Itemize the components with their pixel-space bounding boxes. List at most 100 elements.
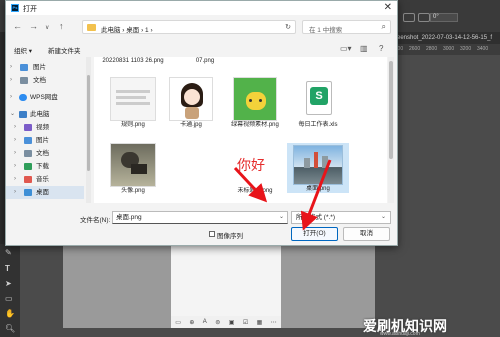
sidebar-item-pictures[interactable]: › 图片 <box>6 61 84 74</box>
sidebar-item-label: 此电脑 <box>30 111 50 118</box>
sidebar-item-music[interactable]: › 音乐 <box>6 173 84 186</box>
file-item[interactable]: 卡通.jpg <box>160 77 222 129</box>
workspace-panel-left <box>63 244 171 328</box>
file-name: 头像.png <box>121 188 145 194</box>
view-options-icon[interactable]: ▭▾ <box>340 44 352 53</box>
chevron-down-icon[interactable]: ⌄ <box>381 212 386 223</box>
sidebar-item-documents[interactable]: › 文档 <box>6 74 84 87</box>
open-button[interactable]: 打开(O) <box>291 227 338 241</box>
path-select-icon[interactable]: ➤ <box>5 279 12 288</box>
file-item[interactable]: S 每日工作表.xls <box>287 77 349 129</box>
file-item[interactable]: 07.png <box>174 57 236 65</box>
file-list-scrollbar-thumb[interactable] <box>389 61 393 159</box>
chevron-right-icon[interactable]: › <box>10 74 12 87</box>
sidebar-item-this-pc[interactable]: ⌄ 此电脑 <box>6 108 84 121</box>
frame-tool-icon[interactable] <box>403 13 415 22</box>
photoshop-app-icon: Ps <box>11 4 19 12</box>
up-arrow-icon[interactable]: ↑ <box>59 21 64 31</box>
chevron-right-icon[interactable]: › <box>14 160 16 173</box>
angle-input[interactable]: 0° <box>430 13 458 22</box>
file-name: 20220831 1103 26.png <box>102 58 164 64</box>
image-icon[interactable]: ▣ <box>229 319 235 326</box>
frame-icon[interactable]: ▭ <box>175 319 181 326</box>
filename-label: 文件名(N): <box>80 217 111 224</box>
sidebar-item-pictures-pc[interactable]: › 图片 <box>6 134 84 147</box>
filetype-select[interactable]: 所有格式 (*.*) ⌄ <box>291 211 391 224</box>
search-icon: ⌕ <box>381 22 386 31</box>
image-sequence-label[interactable]: 图像序列 <box>217 230 243 240</box>
music-folder-icon <box>24 176 32 183</box>
type-tool-icon[interactable]: T <box>5 264 10 273</box>
chevron-right-icon[interactable]: › <box>14 134 16 147</box>
grid-icon[interactable]: ▦ <box>257 319 263 326</box>
organize-button[interactable]: 组织 ▾ <box>14 45 32 55</box>
image-thumbnail <box>169 77 213 121</box>
image-thumbnail <box>110 77 156 121</box>
sidebar-item-desktop[interactable]: › 桌面 <box>6 186 84 199</box>
chevron-right-icon[interactable]: › <box>10 61 12 74</box>
close-icon[interactable]: ✕ <box>384 2 392 13</box>
file-name: 未标题-1.png <box>237 188 273 194</box>
document-tab[interactable]: creenshot_2022-07-03-14-12-56-15_f <box>392 32 500 44</box>
check-icon[interactable]: ☑ <box>243 319 248 326</box>
address-bar[interactable]: 此电脑 › 桌面 › 1 › ↻ <box>82 20 296 34</box>
help-icon[interactable]: ? <box>379 44 383 53</box>
chevron-down-icon[interactable]: ⌄ <box>279 212 284 223</box>
chevron-right-icon[interactable]: › <box>14 121 16 134</box>
hand-tool-icon[interactable]: ✋ <box>5 309 15 318</box>
file-item[interactable]: 绿幕视频素材.png <box>224 77 286 129</box>
file-item[interactable]: 规则.png <box>102 77 164 129</box>
forward-arrow-icon[interactable]: → <box>29 21 38 31</box>
ruler-tick: 2600 <box>409 46 421 52</box>
sidebar-item-downloads[interactable]: › 下载 <box>6 160 84 173</box>
preview-pane-icon[interactable]: ▥ <box>360 44 368 53</box>
image-sequence-checkbox[interactable] <box>209 231 215 237</box>
refresh-icon[interactable]: ↻ <box>285 23 291 31</box>
shape-tool-icon[interactable]: ▭ <box>5 294 13 303</box>
workspace-panel-center <box>171 244 281 316</box>
panel-footer-icons: ▭ ⊕ A ⊜ ▣ ☑ ▦ ⋯ <box>171 316 281 328</box>
back-arrow-icon[interactable]: ← <box>13 21 22 31</box>
zoom-tool-icon[interactable]: 🔍︎ <box>5 324 15 333</box>
recent-locations-chevron-icon[interactable]: ∨ <box>45 23 49 33</box>
rotate-tool-icon[interactable] <box>418 13 430 22</box>
file-item[interactable]: 你好 未标题-1.png <box>224 143 286 195</box>
open-file-dialog: Ps 打开 ✕ ← → ∨ ↑ 此电脑 › 桌面 › 1 › ↻ 在 1 中搜索… <box>5 0 398 246</box>
chevron-right-icon[interactable]: › <box>14 173 16 186</box>
file-name: 每日工作表.xls <box>298 122 338 128</box>
sidebar-item-documents-pc[interactable]: › 文档 <box>6 147 84 160</box>
file-item[interactable]: 20220831 1103 26.png <box>102 57 164 65</box>
filename-input[interactable]: 桌面.png ⌄ <box>112 211 288 224</box>
file-name: 卡通.jpg <box>180 122 202 128</box>
dialog-titlebar: Ps 打开 ✕ <box>6 1 397 15</box>
pen-tool-icon[interactable]: ✎ <box>5 248 12 257</box>
sidebar-item-label: 桌面 <box>36 189 49 196</box>
folder-icon <box>87 24 96 31</box>
chevron-right-icon[interactable]: › <box>14 186 16 199</box>
sidebar-item-label: 文档 <box>33 77 46 84</box>
cancel-button[interactable]: 取消 <box>343 227 390 241</box>
spreadsheet-icon: S <box>296 77 340 121</box>
file-item-selected[interactable]: 桌面.png <box>287 143 349 193</box>
sidebar-item-wps-cloud[interactable]: › WPS网盘 <box>6 91 84 104</box>
file-name: 规则.png <box>121 122 145 128</box>
more-icon[interactable]: ⋯ <box>271 319 277 326</box>
sidebar-item-videos[interactable]: › 视频 <box>6 121 84 134</box>
search-input[interactable]: 在 1 中搜索 ⌕ <box>302 20 391 34</box>
chevron-down-icon[interactable]: ⌄ <box>10 108 15 121</box>
text-icon[interactable]: A <box>203 319 207 325</box>
document-folder-icon <box>20 77 28 84</box>
chevron-right-icon[interactable]: › <box>14 147 16 160</box>
command-bar: 组织 ▾ 新建文件夹 ▭▾ ▥ ? <box>6 43 397 55</box>
navigation-pane: › 图片 › 文档 › WPS网盘 ⌄ 此电脑 › 视频 › 图片 › 文档 ›… <box>6 57 86 203</box>
symbol-icon[interactable]: ⊜ <box>215 319 220 326</box>
chevron-right-icon[interactable]: › <box>10 91 12 104</box>
dialog-title: 打开 <box>23 6 37 13</box>
file-item[interactable]: 头像.png <box>102 143 164 195</box>
new-folder-button[interactable]: 新建文件夹 <box>48 45 81 55</box>
ruler-tick: 3200 <box>460 46 472 52</box>
filetype-value: 所有格式 (*.*) <box>296 214 335 221</box>
sidebar-scrollbar-thumb[interactable] <box>87 75 90 171</box>
add-icon[interactable]: ⊕ <box>189 319 194 326</box>
photoshop-toolbar: ✎ T ➤ ▭ ✋ 🔍︎ <box>0 244 20 337</box>
